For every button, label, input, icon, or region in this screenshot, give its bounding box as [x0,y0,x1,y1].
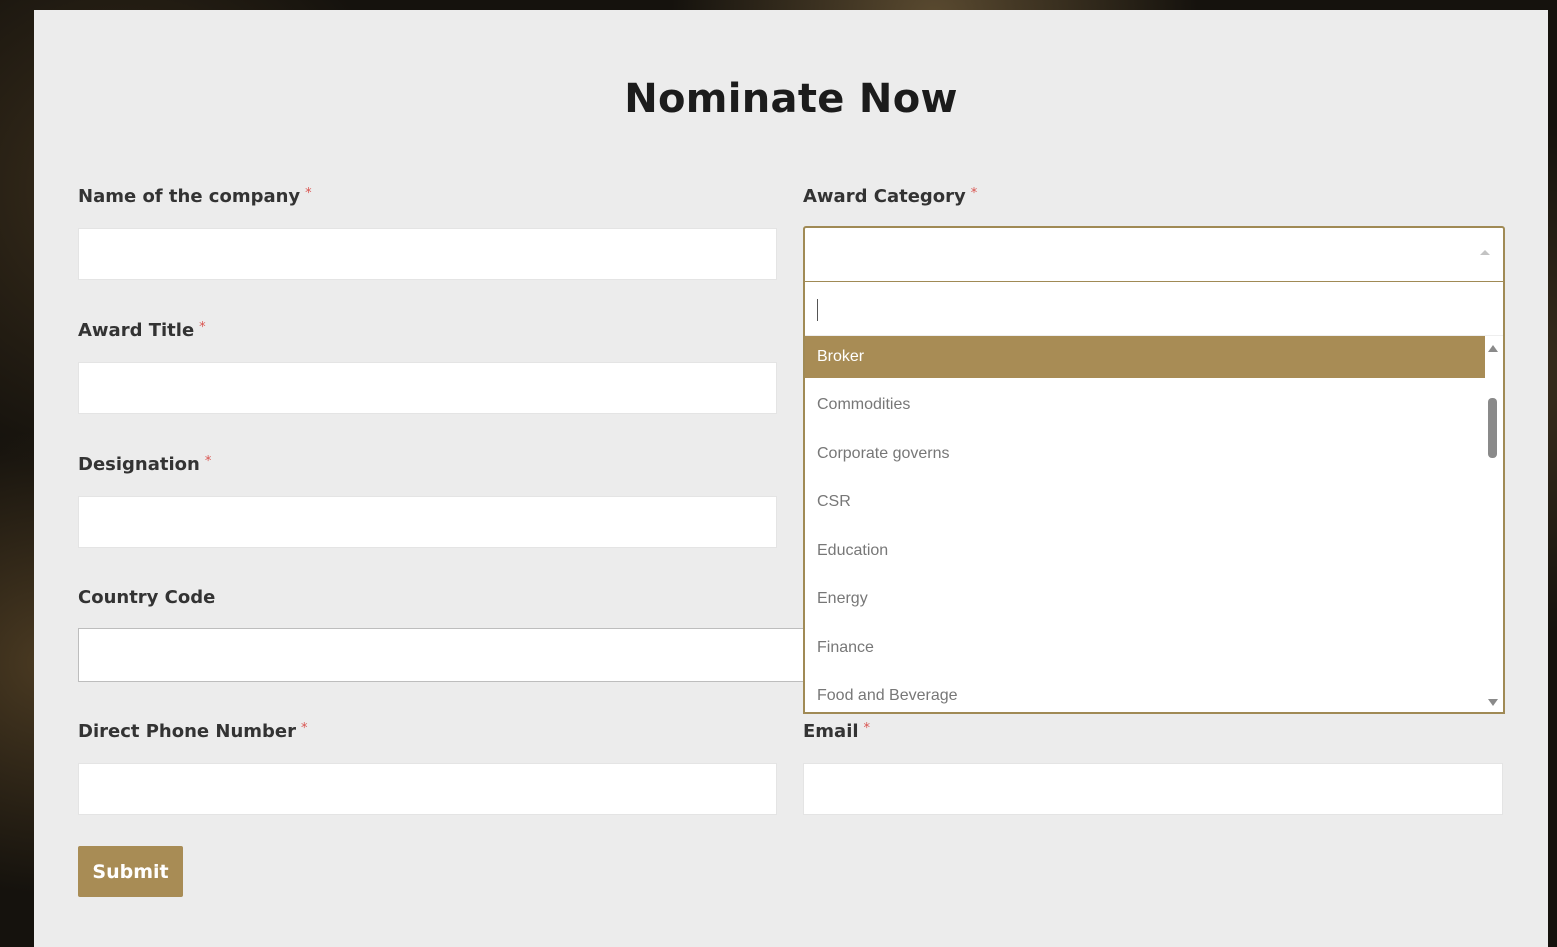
email-label: Email * [803,721,870,742]
award-title-label: Award Title * [78,320,206,341]
designation-input[interactable] [78,496,777,548]
designation-label: Designation * [78,454,211,475]
award-category-dropdown: Broker Commodities Corporate governs CSR… [803,282,1505,714]
country-code-input[interactable] [78,628,838,682]
required-mark: * [970,186,978,201]
scrollbar-thumb[interactable] [1488,398,1497,458]
dropdown-options-list: Broker Commodities Corporate governs CSR… [805,336,1485,712]
company-name-input[interactable] [78,228,777,280]
phone-input[interactable] [78,763,777,815]
email-input[interactable] [803,763,1503,815]
required-mark: * [199,320,206,335]
dropdown-option-broker[interactable]: Broker [805,336,1485,378]
required-mark: * [863,721,871,736]
required-mark: * [301,721,308,736]
submit-button[interactable]: Submit [78,846,183,897]
dropdown-option-csr[interactable]: CSR [805,481,1485,530]
dropdown-scrollbar[interactable] [1483,336,1503,712]
email-label-text: Email [803,721,859,742]
award-category-label-text: Award Category [803,186,966,207]
scroll-up-arrow-icon[interactable] [1488,345,1498,352]
company-label-text: Name of the company [78,186,301,207]
dropdown-option-energy[interactable]: Energy [805,578,1485,627]
caret-up-icon [1480,250,1490,255]
nomination-form-panel: Nominate Now Name of the company * Award … [34,10,1548,947]
country-code-label: Country Code [78,587,215,608]
award-category-label: Award Category * [803,186,977,207]
award-title-input[interactable] [78,362,777,414]
dropdown-option-corporate-governs[interactable]: Corporate governs [805,433,1485,482]
country-code-label-text: Country Code [78,587,216,608]
scroll-down-arrow-icon[interactable] [1488,699,1498,706]
award-category-select[interactable] [803,226,1505,282]
required-mark: * [305,186,312,201]
dropdown-option-finance[interactable]: Finance [805,627,1485,676]
dropdown-search-input[interactable] [805,282,1503,336]
award-title-label-text: Award Title [78,320,195,341]
dropdown-option-education[interactable]: Education [805,530,1485,579]
company-label: Name of the company * [78,186,312,207]
phone-label-text: Direct Phone Number [78,721,297,742]
dropdown-option-commodities[interactable]: Commodities [805,384,1485,433]
dropdown-option-food-and-beverage[interactable]: Food and Beverage [805,675,1485,712]
text-cursor [817,299,818,321]
required-mark: * [204,454,212,469]
page-title: Nominate Now [624,76,958,122]
designation-label-text: Designation [78,454,200,475]
phone-label: Direct Phone Number * [78,721,308,742]
